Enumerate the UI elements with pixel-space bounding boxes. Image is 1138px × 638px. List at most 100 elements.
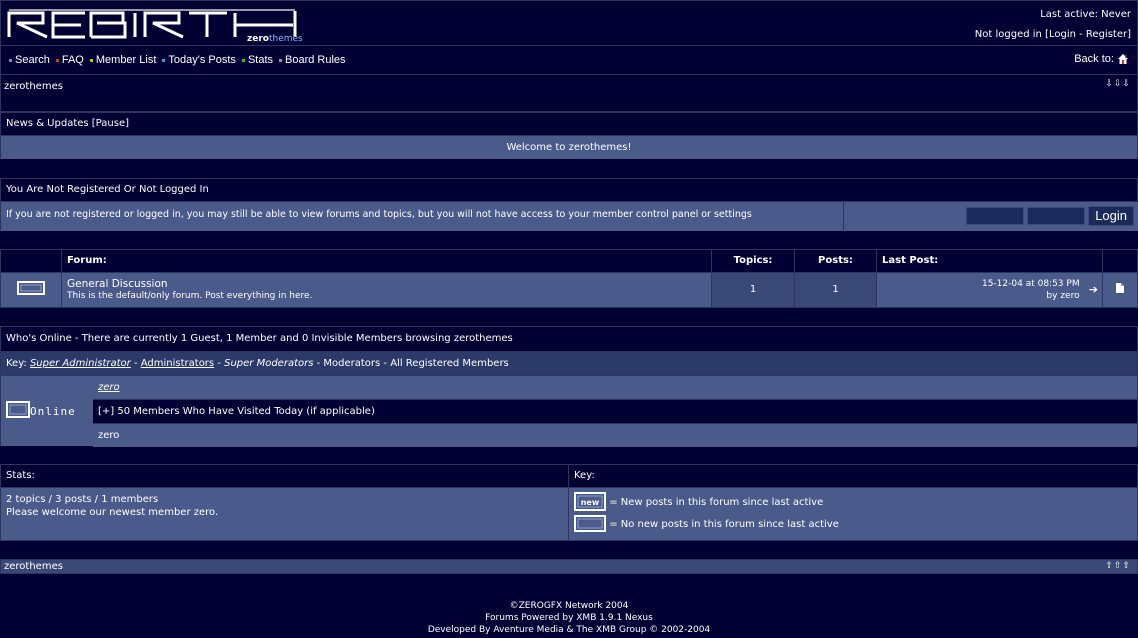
last-active-text: Last active: Never xyxy=(1040,9,1131,20)
go-to-last-post-icon[interactable]: ➔ xyxy=(1089,283,1098,296)
table-row: General Discussion This is the default/o… xyxy=(1,272,1137,307)
home-icon[interactable] xyxy=(1117,53,1129,65)
password-input[interactable] xyxy=(1027,207,1085,225)
login-status: Not logged in [Login - Register] xyxy=(975,29,1131,40)
forum-posts-count: 1 xyxy=(794,272,877,307)
bullet-icon xyxy=(162,58,166,62)
nav-board-rules-label: Board Rules xyxy=(285,54,346,66)
footer-credits: ©ZEROGFX Network 2004 Forums Powered by … xyxy=(0,600,1138,636)
news-message: Welcome to zerothemes! xyxy=(1,135,1137,159)
nav-stats[interactable]: Stats xyxy=(241,54,274,66)
register-link[interactable]: Register xyxy=(1086,29,1127,40)
online-key-row: Key: Super Administrator - Administrator… xyxy=(1,351,1137,375)
online-logo: Online xyxy=(6,401,76,418)
forum-description: This is the default/only forum. Post eve… xyxy=(67,291,313,302)
key-sep-2: - xyxy=(214,358,225,369)
powered-by-line[interactable]: Forums Powered by XMB 1.9.1 Nexus xyxy=(0,612,1138,624)
back-to: Back to: xyxy=(1074,53,1129,65)
stats-counts: 2 topics / 3 posts / 1 members xyxy=(6,494,159,505)
key-rest: - Moderators - All Registered Members xyxy=(313,358,509,369)
copyright-line: ©ZEROGFX Network 2004 xyxy=(509,601,629,611)
bottom-breadcrumb-home-link[interactable]: zerothemes xyxy=(4,561,63,572)
new-posts-icon: new xyxy=(574,492,606,511)
breadcrumb: zerothemes ⇩⇩⇩ xyxy=(0,74,1138,112)
last-post-date: 15-12-04 at 08:53 PM xyxy=(981,278,1080,289)
login-button[interactable]: Login xyxy=(1088,206,1134,226)
logo-subtitle: zerothemes xyxy=(247,34,303,44)
forum-extra-cell xyxy=(1102,272,1137,307)
logo-sub-zero: zero xyxy=(247,34,269,44)
nav-todays-posts[interactable]: Today's Posts xyxy=(162,54,236,66)
whos-online-title: Who's Online - There are currently 1 Gue… xyxy=(1,327,1137,351)
last-post-cell: 15-12-04 at 08:53 PM by zero ➔ xyxy=(876,272,1103,307)
site-logo[interactable]: zerothemes xyxy=(7,7,303,44)
developed-by-line[interactable]: Developed By Aventure Media & The XMB Gr… xyxy=(0,624,1138,636)
key-sep-1: - xyxy=(130,358,141,369)
logo-sub-themes: themes xyxy=(268,34,303,44)
online-logo-text: Online xyxy=(30,405,76,418)
nav-faq-label: FAQ xyxy=(61,54,84,66)
whos-online-section: Who's Online - There are currently 1 Gue… xyxy=(0,326,1138,447)
bullet-icon xyxy=(279,58,283,62)
login-notice-title: You Are Not Registered Or Not Logged In xyxy=(1,179,1137,201)
newest-member-text: Please welcome our newest member zero. xyxy=(6,507,219,518)
posts-column-header: Posts: xyxy=(794,250,877,272)
visited-today-toggle[interactable]: [+] 50 Members Who Have Visited Today (i… xyxy=(98,406,375,417)
nav-member-list-label: Member List xyxy=(95,54,157,66)
key-new-text: = New posts in this forum since last act… xyxy=(609,497,824,508)
scroll-down-icon[interactable]: ⇩⇩⇩ xyxy=(1105,79,1131,89)
key-old-row: = No new posts in this forum since last … xyxy=(574,514,1132,536)
key-super-moderators: Super Moderators xyxy=(224,358,314,369)
key-administrators: Administrators xyxy=(140,358,215,369)
back-to-label: Back to: xyxy=(1074,53,1114,65)
not-logged-in-text: Not logged in [ xyxy=(974,29,1049,40)
last-post-column-header: Last Post: xyxy=(876,250,1103,272)
link-separator: - xyxy=(1075,29,1086,40)
stats-section: Stats: Key: 2 topics / 3 posts / 1 membe… xyxy=(0,464,1138,541)
bullet-icon xyxy=(9,58,12,62)
bullet-icon xyxy=(241,58,245,62)
forum-topics-count: 1 xyxy=(711,272,795,307)
document-icon[interactable] xyxy=(1116,283,1124,294)
login-notice-text-cell: If you are not registered or logged in, … xyxy=(1,201,843,231)
news-section: News & Updates [Pause] Welcome to zeroth… xyxy=(0,112,1138,159)
nav-search[interactable]: Search xyxy=(9,54,50,66)
nav-faq[interactable]: FAQ xyxy=(55,54,84,66)
extra-column-header xyxy=(1103,250,1138,272)
key-old-text: = No new posts in this forum since last … xyxy=(609,519,839,530)
nav-board-rules[interactable]: Board Rules xyxy=(279,54,346,66)
bracket-close: ] xyxy=(1127,29,1131,40)
online-logo-cell: Online xyxy=(1,375,94,446)
site-header: zerothemes Last active: Never Not logged… xyxy=(0,0,1138,46)
forum-name-link[interactable]: General Discussion xyxy=(67,278,711,290)
nav-member-list[interactable]: Member List xyxy=(89,54,157,66)
no-new-posts-key-icon xyxy=(574,515,606,532)
forum-status-cell xyxy=(1,272,62,307)
forum-column-header: Forum: xyxy=(61,250,712,272)
nav-stats-label: Stats xyxy=(247,54,274,66)
nav-search-label: Search xyxy=(15,54,50,66)
scroll-up-icon[interactable]: ⇧⇧⇧ xyxy=(1105,561,1131,571)
topics-column-header: Topics: xyxy=(711,250,795,272)
online-user-link[interactable]: zero xyxy=(98,382,120,393)
key-title: Key: xyxy=(569,465,1137,487)
news-title[interactable]: News & Updates [Pause] xyxy=(1,113,1137,135)
online-key-label: Key: xyxy=(6,358,30,369)
visited-user-link[interactable]: zero xyxy=(98,430,119,441)
visited-users-row: zero xyxy=(93,423,1137,447)
bottom-breadcrumb: zerothemes ⇧⇧⇧ xyxy=(0,559,1138,574)
login-link[interactable]: Login xyxy=(1049,29,1076,40)
new-icon-text: new xyxy=(581,498,600,507)
last-post-author[interactable]: by zero xyxy=(982,291,1079,301)
username-input[interactable] xyxy=(965,207,1024,225)
main-navigation: Search FAQ Member List Today's Posts Sta… xyxy=(0,45,1138,75)
online-users-row: zero xyxy=(93,375,1137,399)
stats-info-cell: 2 topics / 3 posts / 1 members Please we… xyxy=(1,487,569,540)
key-new-row: new = New posts in this forum since last… xyxy=(574,492,1132,514)
login-notice-text: If you are not registered or logged in, … xyxy=(6,209,752,220)
key-info-cell: new = New posts in this forum since last… xyxy=(569,487,1137,540)
login-form: Login xyxy=(843,201,1138,231)
nav-todays-posts-label: Today's Posts xyxy=(168,54,236,66)
visited-today-row[interactable]: [+] 50 Members Who Have Visited Today (i… xyxy=(93,399,1137,423)
breadcrumb-home-link[interactable]: zerothemes xyxy=(4,81,63,92)
